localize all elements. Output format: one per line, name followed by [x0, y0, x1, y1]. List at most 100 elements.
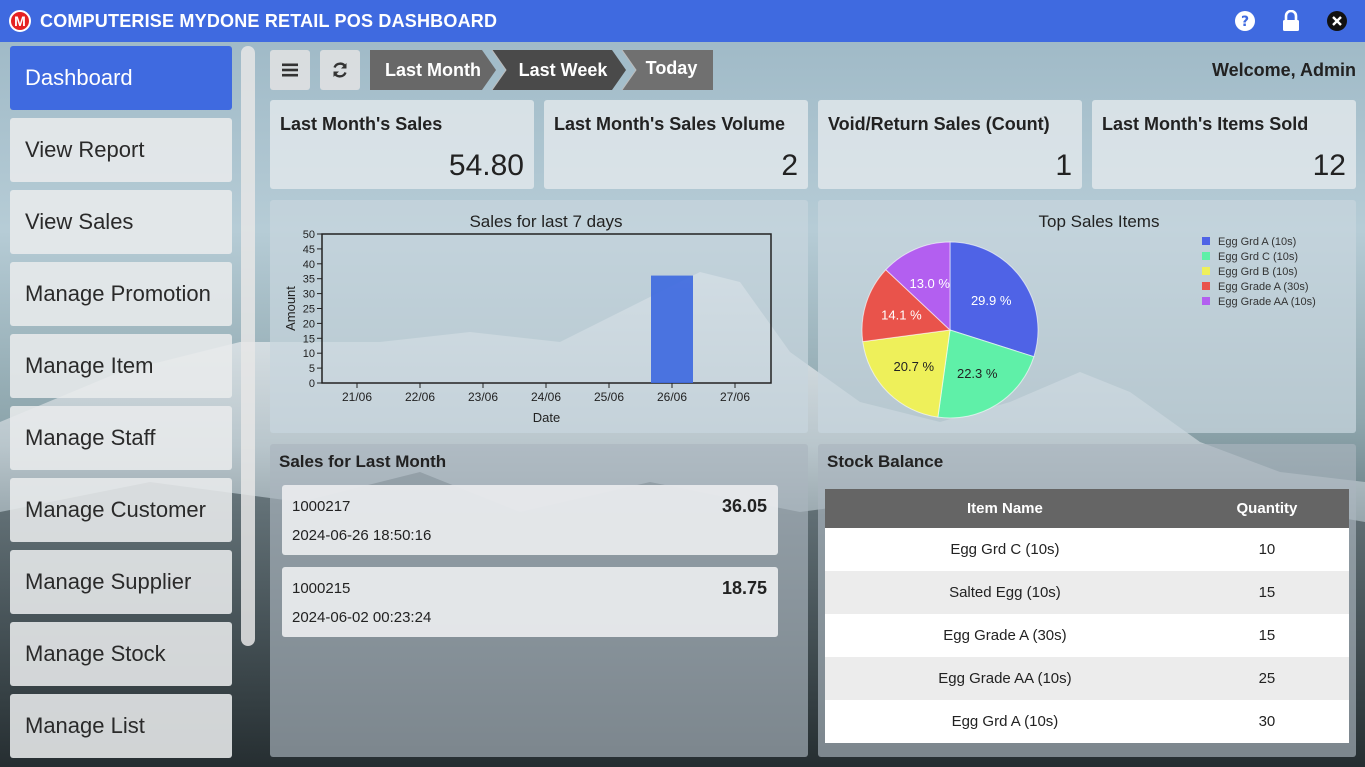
refresh-button[interactable]: [320, 50, 360, 90]
stat-title: Last Month's Sales: [280, 114, 443, 134]
sidebar-item-view-sales[interactable]: View Sales: [10, 190, 232, 254]
y-tick-label: 10: [303, 348, 315, 360]
legend-swatch: [1202, 282, 1210, 290]
top-sales-panel: Top Sales Items 29.9 % 22.3 % 20.7 % 14.1 % 1…: [818, 200, 1356, 433]
pie-slice-label: 20.7 %: [894, 359, 935, 374]
stat-card-void-return: Void/Return Sales (Count) 1: [818, 100, 1082, 189]
x-tick-label: 22/06: [405, 390, 435, 404]
legend-label: Egg Grd A (10s): [1218, 236, 1296, 248]
sales-bar-chart: Sales for last 7 days 0 5 10 15 20 25 30 35 40 45 5…: [283, 212, 772, 425]
cell-item-name: Salted Egg (10s): [825, 571, 1185, 614]
refresh-icon: [333, 62, 347, 78]
legend-label: Egg Grade A (30s): [1218, 281, 1309, 293]
title-bar: M COMPUTERISE MYDONE RETAIL POS DASHBOAR…: [0, 0, 1365, 42]
chart-title: Sales for last 7 days: [469, 212, 622, 231]
y-tick-label: 15: [303, 333, 315, 345]
table-row[interactable]: Egg Grade A (30s) 15: [825, 614, 1349, 657]
stat-title: Last Month's Items Sold: [1102, 114, 1309, 134]
period-today[interactable]: Today: [622, 50, 713, 90]
legend-swatch: [1202, 267, 1210, 275]
stat-title: Last Month's Sales Volume: [554, 114, 785, 134]
column-header-item-name[interactable]: Item Name: [825, 489, 1185, 528]
toolbar: Last Month Last Week Today Welcome, Admi…: [270, 50, 1360, 90]
sidebar-item-manage-item[interactable]: Manage Item: [10, 334, 232, 398]
menu-button[interactable]: [270, 50, 310, 90]
period-last-week-label: Last Week: [518, 59, 608, 80]
x-tick-label: 23/06: [468, 390, 498, 404]
sale-id: 1000215: [292, 580, 351, 597]
table-row[interactable]: Egg Grade AA (10s) 25: [825, 657, 1349, 700]
period-last-week[interactable]: Last Week: [492, 50, 626, 90]
sales-last-month-panel: Sales for Last Month 1000217 2024-06-26 …: [270, 444, 808, 757]
legend-swatch: [1202, 297, 1210, 305]
sidebar: Dashboard View Report View Sales Manage …: [0, 42, 262, 767]
stat-title: Void/Return Sales (Count): [828, 114, 1050, 134]
stat-card-items-sold: Last Month's Items Sold 12: [1092, 100, 1356, 189]
sales-chart-panel: Sales for last 7 days 0 5 10 15 20 25 30 35 40 45 5…: [270, 200, 808, 433]
sidebar-item-view-report[interactable]: View Report: [10, 118, 232, 182]
stat-value: 12: [1312, 149, 1346, 182]
bar: [651, 275, 693, 383]
sale-id: 1000217: [292, 498, 351, 515]
pie-slice-label: 13.0 %: [909, 276, 950, 291]
y-tick-label: 25: [303, 304, 315, 316]
chart-title: Top Sales Items: [1039, 212, 1160, 231]
stat-value: 54.80: [448, 149, 524, 182]
sale-entry[interactable]: 1000215 2024-06-02 00:23:24 18.75: [282, 567, 778, 637]
column-header-quantity[interactable]: Quantity: [1184, 489, 1349, 528]
sidebar-item-manage-supplier[interactable]: Manage Supplier: [10, 550, 232, 614]
y-tick-label: 50: [303, 229, 315, 241]
y-axis-label: Amount: [283, 286, 298, 331]
y-tick-label: 45: [303, 244, 315, 256]
table-row[interactable]: Egg Grd C (10s) 10: [825, 528, 1349, 571]
cell-item-name: Egg Grd C (10s): [825, 528, 1185, 571]
sale-date: 2024-06-02 00:23:24: [292, 609, 432, 626]
cell-quantity: 15: [1184, 614, 1349, 657]
x-tick-label: 24/06: [531, 390, 561, 404]
close-icon[interactable]: [1325, 9, 1349, 33]
sidebar-item-manage-list[interactable]: Manage List: [10, 694, 232, 758]
period-last-month[interactable]: Last Month: [370, 50, 496, 90]
legend-swatch: [1202, 237, 1210, 245]
app-title: COMPUTERISE MYDONE RETAIL POS DASHBOARD: [40, 10, 498, 31]
cell-quantity: 10: [1184, 528, 1349, 571]
cell-item-name: Egg Grade A (30s): [825, 614, 1185, 657]
sidebar-item-manage-stock[interactable]: Manage Stock: [10, 622, 232, 686]
hamburger-icon: [282, 63, 298, 77]
y-tick-label: 0: [309, 378, 315, 390]
stock-balance-panel: Stock Balance Item Name Quantity Egg Grd…: [818, 444, 1356, 757]
x-tick-label: 26/06: [657, 390, 687, 404]
legend-swatch: [1202, 252, 1210, 260]
table-row[interactable]: Egg Grd A (10s) 30: [825, 700, 1349, 743]
stat-value: 1: [1055, 149, 1072, 182]
y-tick-label: 35: [303, 274, 315, 286]
sale-amount: 36.05: [721, 496, 767, 516]
sidebar-item-manage-staff[interactable]: Manage Staff: [10, 406, 232, 470]
sale-entry[interactable]: 1000217 2024-06-26 18:50:16 36.05: [282, 485, 778, 555]
sidebar-item-manage-customer[interactable]: Manage Customer: [10, 478, 232, 542]
legend-label: Egg Grd C (10s): [1218, 251, 1298, 263]
x-tick-label: 25/06: [594, 390, 624, 404]
top-sales-pie-chart: Top Sales Items 29.9 % 22.3 % 20.7 % 14.1 % 1…: [861, 212, 1316, 419]
x-axis-label: Date: [533, 410, 560, 425]
svg-text:?: ?: [1241, 14, 1249, 30]
sidebar-item-dashboard[interactable]: Dashboard: [10, 46, 232, 110]
panel-heading: Stock Balance: [827, 452, 944, 471]
sale-amount: 18.75: [721, 578, 767, 598]
app-logo: M: [9, 10, 31, 32]
sidebar-scrollbar[interactable]: [241, 46, 255, 646]
stat-value: 2: [781, 149, 798, 182]
stat-card-last-month-sales: Last Month's Sales 54.80: [270, 100, 534, 189]
legend-label: Egg Grade AA (10s): [1218, 296, 1316, 308]
panel-heading: Sales for Last Month: [279, 452, 447, 471]
welcome-text: Welcome, Admin: [1211, 60, 1356, 80]
plot-area: [321, 233, 772, 384]
pie-slice-label: 29.9 %: [971, 293, 1012, 308]
y-tick-label: 5: [309, 363, 315, 375]
lock-icon[interactable]: [1279, 9, 1303, 33]
cell-item-name: Egg Grade AA (10s): [825, 657, 1185, 700]
help-icon[interactable]: ?: [1233, 9, 1257, 33]
table-row[interactable]: Salted Egg (10s) 15: [825, 571, 1349, 614]
x-tick-label: 27/06: [720, 390, 750, 404]
sidebar-item-manage-promotion[interactable]: Manage Promotion: [10, 262, 232, 326]
